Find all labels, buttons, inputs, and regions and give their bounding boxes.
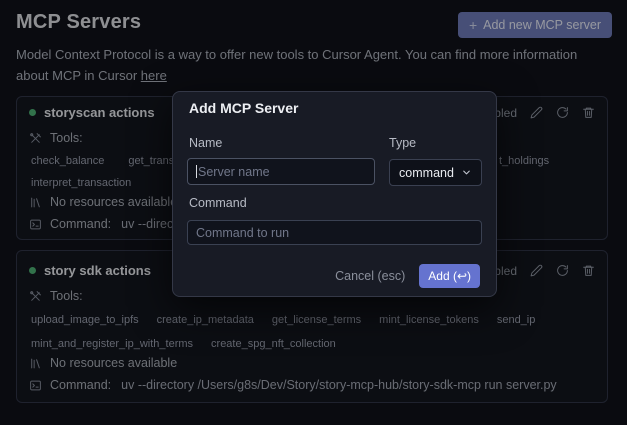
name-label: Name bbox=[189, 136, 222, 150]
command-label: Command bbox=[189, 196, 247, 210]
add-mcp-server-modal: Add MCP Server Name Type Server name com… bbox=[172, 91, 497, 297]
server-name-input[interactable]: Server name bbox=[187, 158, 375, 185]
server-name-placeholder: Server name bbox=[198, 165, 270, 179]
command-input[interactable]: Command to run bbox=[187, 220, 482, 245]
modal-footer: Cancel (esc) Add (↩) bbox=[335, 264, 480, 288]
text-caret bbox=[196, 165, 197, 178]
modal-title: Add MCP Server bbox=[189, 100, 298, 116]
cancel-button[interactable]: Cancel (esc) bbox=[335, 269, 405, 283]
type-select[interactable]: command bbox=[389, 159, 482, 186]
type-select-value: command bbox=[399, 166, 454, 180]
add-button[interactable]: Add (↩) bbox=[419, 264, 480, 288]
command-placeholder: Command to run bbox=[196, 226, 289, 240]
type-label: Type bbox=[389, 136, 416, 150]
chevron-down-icon bbox=[461, 167, 472, 178]
